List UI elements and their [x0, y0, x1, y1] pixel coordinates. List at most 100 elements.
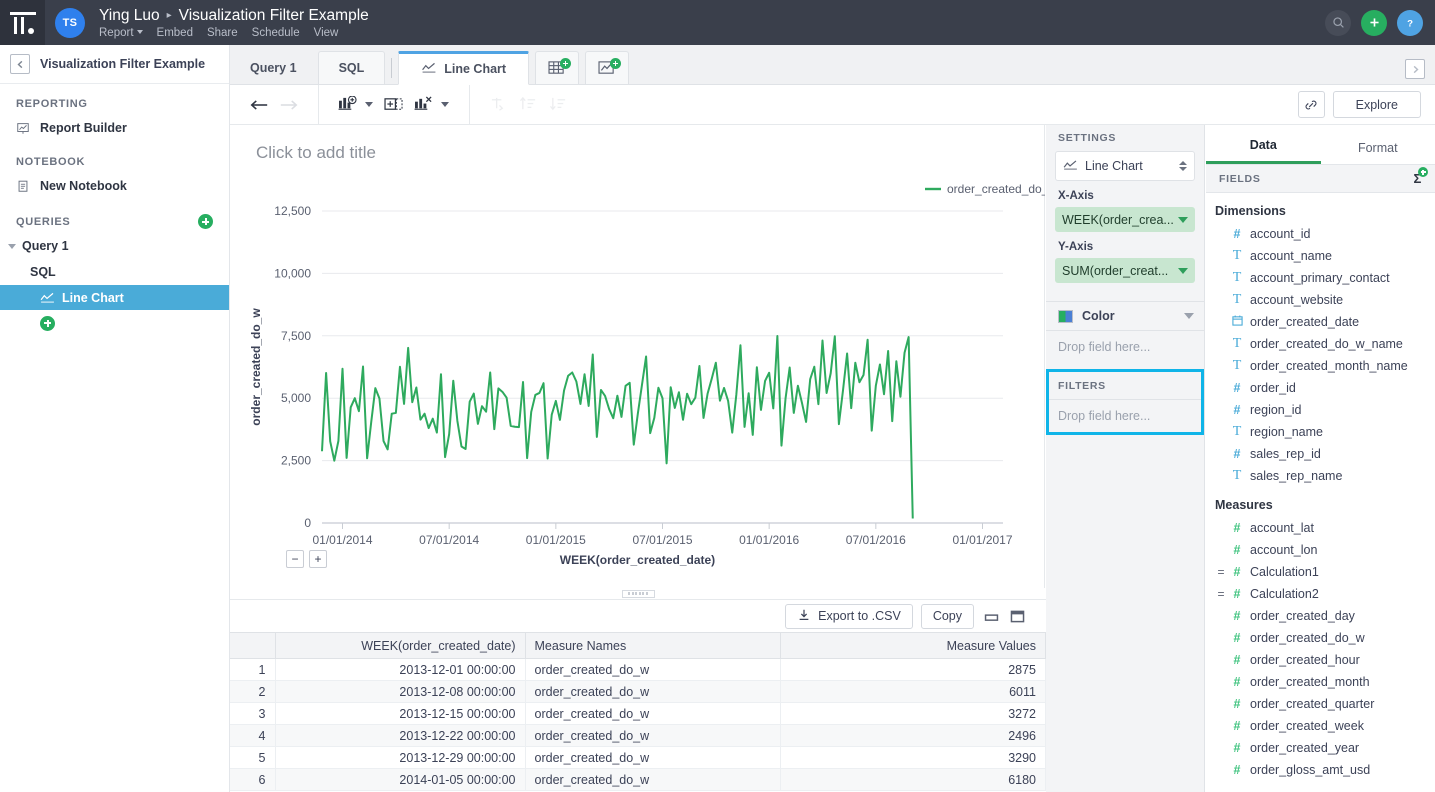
color-shelf-header[interactable]: Color	[1046, 301, 1204, 331]
color-drop-zone[interactable]: Drop field here...	[1046, 331, 1204, 363]
help-icon[interactable]: ?	[1397, 10, 1423, 36]
field-item[interactable]: Torder_created_month_name	[1206, 355, 1435, 377]
add-visualization-sidebar-button[interactable]	[0, 310, 229, 336]
field-item[interactable]: Tsales_rep_name	[1206, 465, 1435, 487]
y-axis-field-pill[interactable]: SUM(order_creat...	[1055, 258, 1195, 283]
pane-splitter[interactable]	[230, 588, 1046, 600]
table-row[interactable]: 32013-12-15 00:00:00order_created_do_w32…	[230, 703, 1046, 725]
app-logo[interactable]	[0, 0, 45, 45]
chart-title-placeholder[interactable]: Click to add title	[230, 125, 1044, 163]
maximize-panel-icon[interactable]	[1008, 605, 1026, 627]
sidebar-item-line-chart[interactable]: Line Chart	[0, 285, 229, 310]
tab-line-chart[interactable]: Line Chart	[398, 51, 529, 85]
chart-type-select[interactable]: Line Chart	[1055, 151, 1195, 181]
minimize-panel-icon[interactable]	[982, 605, 1000, 627]
field-item[interactable]: #order_created_year	[1206, 737, 1435, 759]
splitter-handle[interactable]	[622, 590, 655, 598]
column-header-measure-names[interactable]: Measure Names	[525, 633, 780, 659]
tab-data[interactable]: Data	[1206, 138, 1321, 164]
table-row[interactable]: 62014-01-05 00:00:00order_created_do_w61…	[230, 769, 1046, 791]
field-item[interactable]: =#Calculation1	[1206, 561, 1435, 583]
field-item[interactable]: #order_created_quarter	[1206, 693, 1435, 715]
field-item[interactable]: Taccount_primary_contact	[1206, 267, 1435, 289]
chevron-down-icon[interactable]	[1178, 217, 1188, 223]
sidebar-item-new-notebook[interactable]: New Notebook	[0, 172, 229, 200]
add-query-button[interactable]	[198, 214, 213, 229]
menu-item-report[interactable]: Report	[99, 27, 143, 39]
avatar[interactable]: TS	[55, 8, 85, 38]
field-item[interactable]: Tregion_name	[1206, 421, 1435, 443]
chevron-down-icon[interactable]	[365, 102, 373, 107]
table-row[interactable]: 52013-12-29 00:00:00order_created_do_w32…	[230, 747, 1046, 769]
menu-item-schedule[interactable]: Schedule	[252, 27, 300, 39]
back-arrow-icon[interactable]	[244, 92, 274, 118]
field-item[interactable]: #account_id	[1206, 223, 1435, 245]
sidebar-item-query-1[interactable]: Query 1	[0, 233, 229, 259]
chevron-down-icon[interactable]	[441, 102, 449, 107]
field-item[interactable]: #sales_rep_id	[1206, 443, 1435, 465]
field-item[interactable]: #order_id	[1206, 377, 1435, 399]
add-badge-icon	[1418, 167, 1428, 177]
filters-drop-zone[interactable]: Drop field here...	[1049, 400, 1201, 432]
field-item[interactable]: #region_id	[1206, 399, 1435, 421]
chevron-down-icon[interactable]	[1178, 268, 1188, 274]
field-item[interactable]: Taccount_name	[1206, 245, 1435, 267]
link-icon[interactable]	[1298, 91, 1325, 118]
collapse-sidebar-button[interactable]	[10, 54, 30, 74]
table-row[interactable]: 12013-12-01 00:00:00order_created_do_w28…	[230, 659, 1046, 681]
collapse-right-panel-button[interactable]	[1405, 59, 1425, 79]
menu-item-view[interactable]: View	[314, 27, 339, 39]
settings-header: SETTINGS	[1046, 125, 1204, 151]
duplicate-icon[interactable]	[379, 92, 409, 118]
export-csv-button[interactable]: Export to .CSV	[785, 604, 913, 629]
field-item[interactable]: #order_gloss_amt_usd	[1206, 759, 1435, 781]
field-item-label: order_gloss_amt_usd	[1250, 763, 1370, 777]
search-icon[interactable]	[1325, 10, 1351, 36]
field-item[interactable]: order_created_date	[1206, 311, 1435, 333]
plus-icon[interactable]	[1361, 10, 1387, 36]
field-item[interactable]: #order_created_hour	[1206, 649, 1435, 671]
page-title[interactable]: Visualization Filter Example	[179, 7, 369, 25]
menu-item-embed[interactable]: Embed	[157, 27, 193, 39]
column-header-week[interactable]: WEEK(order_created_date)	[275, 633, 525, 659]
field-item[interactable]: Taccount_website	[1206, 289, 1435, 311]
number-field-icon: #	[1227, 675, 1247, 689]
sidebar-item-sql[interactable]: SQL	[0, 259, 229, 285]
table-row[interactable]: 42013-12-22 00:00:00order_created_do_w24…	[230, 725, 1046, 747]
field-item[interactable]: #order_created_day	[1206, 605, 1435, 627]
field-item[interactable]: =#Calculation2	[1206, 583, 1435, 605]
menu-item-share[interactable]: Share	[207, 27, 238, 39]
column-header-measure-values[interactable]: Measure Values	[780, 633, 1046, 659]
chevron-left-icon	[16, 60, 25, 69]
field-item[interactable]: Torder_created_do_w_name	[1206, 333, 1435, 355]
chevron-expanded-icon	[8, 244, 16, 249]
add-table-icon[interactable]	[535, 51, 579, 84]
copy-button[interactable]: Copy	[921, 604, 974, 629]
explore-button[interactable]: Explore	[1333, 91, 1421, 118]
add-visualization-icon[interactable]	[333, 92, 363, 118]
field-item[interactable]: #account_lon	[1206, 539, 1435, 561]
add-chart-icon[interactable]	[585, 51, 629, 84]
sidebar-section-queries-label: QUERIES	[16, 216, 70, 228]
x-axis-title: WEEK(order_created_date)	[230, 553, 1045, 567]
sidebar-item-report-builder[interactable]: Report Builder	[0, 114, 229, 142]
chart-canvas[interactable]: order_created_do_w02,5005,0007,50010,000…	[230, 173, 1045, 593]
tab-query-1[interactable]: Query 1	[230, 51, 318, 84]
table-row[interactable]: 22013-12-08 00:00:00order_created_do_w60…	[230, 681, 1046, 703]
field-item[interactable]: #order_created_month	[1206, 671, 1435, 693]
field-item[interactable]: #order_created_do_w	[1206, 627, 1435, 649]
cell-measure-name: order_created_do_w	[525, 769, 780, 791]
sidebar-header-title: Visualization Filter Example	[40, 57, 205, 71]
chart-series-line[interactable]	[322, 336, 913, 518]
x-axis-field-pill[interactable]: WEEK(order_crea...	[1055, 207, 1195, 232]
breadcrumb-owner[interactable]: Ying Luo	[99, 7, 160, 25]
tab-sql[interactable]: SQL	[318, 51, 386, 84]
cell-measure-value: 3290	[780, 747, 1046, 769]
field-item[interactable]: #account_lat	[1206, 517, 1435, 539]
remove-visualization-icon[interactable]	[409, 92, 439, 118]
add-calculation-icon[interactable]: Σ	[1413, 171, 1422, 186]
tab-format[interactable]: Format	[1321, 141, 1435, 164]
field-item[interactable]: #order_created_week	[1206, 715, 1435, 737]
chevron-down-icon[interactable]	[1184, 313, 1194, 319]
tab-divider	[391, 58, 392, 78]
